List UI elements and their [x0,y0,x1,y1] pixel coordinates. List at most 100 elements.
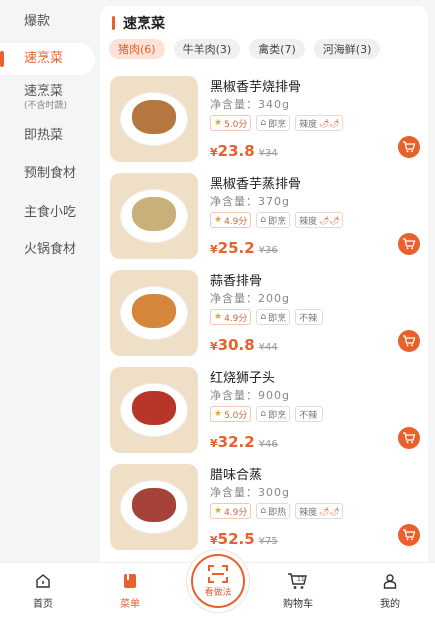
price-row: ¥30.8 ¥44 [210,336,278,354]
nav-home[interactable]: 首页 [13,571,73,610]
star-icon: ★ [214,215,223,225]
add-to-cart-button[interactable] [398,524,420,546]
nav-cart-label: 购物车 [283,599,313,610]
cart-icon [403,238,416,250]
sidebar-item-ready-heat[interactable]: 即热菜 [0,128,95,144]
price-row: ¥23.8 ¥34 [210,142,278,160]
pot-icon: ⌂ [260,312,267,322]
menu-book-icon [100,571,160,591]
cart-icon [403,141,416,153]
add-to-cart-button[interactable] [398,136,420,158]
sidebar-item-label: 速烹菜 [24,84,64,99]
nav-mine[interactable]: 我的 [360,571,420,610]
pot-icon: ⌂ [260,215,267,225]
product-tags: ★ 4.9分 ⌂ 即烹 辣度 🌶🌶 [210,212,344,228]
star-icon: ★ [214,506,223,516]
spice-text: 辣度 [299,507,318,518]
sidebar-item-quick-cook-no-veg[interactable]: 速烹菜 (不含时蔬) [0,84,95,112]
nav-menu-label: 菜单 [120,599,140,610]
title-accent-bar [112,16,115,30]
food-graphic [132,488,176,522]
product-tags: ★ 4.9分 ⌂ 即热 辣度 🌶🌶 [210,503,344,519]
cart-count-badge: 11 [297,576,305,583]
product-card[interactable]: 蒜香排骨 净含量：200g ★ 4.9分 ⌂ 即烹 不辣 ¥30.8 ¥44 [110,270,422,362]
chili-icon: 🌶🌶 [319,215,340,225]
product-name: 红烧狮子头 [210,371,276,386]
product-image[interactable] [110,173,198,259]
sidebar-item-quick-cook[interactable]: 速烹菜 [0,43,95,75]
cart-icon [403,335,416,347]
original-price: ¥46 [258,439,278,450]
cook-method-tag: ⌂ 即热 [256,503,291,519]
rating-text: 5.0分 [224,410,248,421]
category-sidebar: 爆款 速烹菜 速烹菜 (不含时蔬) 即热菜 预制食材 主食小吃 火锅食材 [0,0,100,562]
spice-tag: 辣度 🌶🌶 [295,115,344,131]
rating-text: 4.9分 [224,216,248,227]
cook-method-tag: ⌂ 即烹 [256,212,291,228]
food-graphic [132,294,176,328]
cook-method-tag: ⌂ 即烹 [256,309,291,325]
user-icon [360,571,420,591]
sidebar-item-label: 火锅食材 [24,242,77,257]
chip-beef-lamb[interactable]: 牛羊肉(3) [173,39,241,59]
product-card[interactable]: 红烧狮子头 净含量：900g ★ 5.0分 ⌂ 即烹 不辣 ¥32.2 ¥46 [110,367,422,459]
sidebar-item-hot[interactable]: 爆款 [0,14,95,30]
product-image[interactable] [110,76,198,162]
sidebar-item-label: 即热菜 [24,128,64,143]
nav-mine-label: 我的 [380,599,400,610]
cart-icon [403,432,416,444]
currency-symbol: ¥ [210,437,218,450]
rating-text: 4.9分 [224,507,248,518]
cook-method-text: 即烹 [268,216,287,227]
currency-symbol: ¥ [210,243,218,256]
spice-tag: 辣度 🌶🌶 [295,212,344,228]
sidebar-item-sublabel: (不含时蔬) [24,101,68,111]
add-to-cart-button[interactable] [398,427,420,449]
rating-text: 5.0分 [224,119,248,130]
spice-tag: 辣度 🌶🌶 [295,503,344,519]
product-image[interactable] [110,270,198,356]
cook-method-text: 即烹 [268,410,287,421]
cart-icon [403,529,416,541]
product-weight: 净含量：200g [210,292,290,305]
scan-recipe-button[interactable]: 看做法 [187,550,249,612]
product-tags: ★ 5.0分 ⌂ 即烹 不辣 [210,406,324,422]
chip-poultry[interactable]: 禽类(7) [249,39,305,59]
add-to-cart-button[interactable] [398,233,420,255]
price-value: 32.2 [217,433,255,451]
product-weight: 净含量：370g [210,195,290,208]
subcategory-chips: 猪肉(6) 牛羊肉(3) 禽类(7) 河海鲜(3) [109,39,381,59]
price-value: 23.8 [217,142,255,160]
chip-pork[interactable]: 猪肉(6) [109,39,165,59]
chip-seafood[interactable]: 河海鲜(3) [313,39,381,59]
product-card[interactable]: 腊味合蒸 净含量：300g ★ 4.9分 ⌂ 即热 辣度 🌶🌶 ¥52.5 ¥7… [110,464,422,556]
nav-menu[interactable]: 菜单 [100,571,160,610]
spice-text: 辣度 [299,119,318,130]
product-card[interactable]: 黑椒香芋烧排骨 净含量：340g ★ 5.0分 ⌂ 即烹 辣度 🌶🌶 ¥23.8… [110,76,422,168]
add-to-cart-button[interactable] [398,330,420,352]
chili-icon: 🌶🌶 [319,118,340,128]
cook-method-text: 即热 [268,507,287,518]
product-weight: 净含量：300g [210,486,290,499]
product-card[interactable]: 黑椒香芋蒸排骨 净含量：370g ★ 4.9分 ⌂ 即烹 辣度 🌶🌶 ¥25.2… [110,173,422,265]
current-price: ¥32.2 [210,433,255,451]
original-price: ¥44 [258,342,278,353]
scan-label: 看做法 [204,587,232,598]
sidebar-item-hotpot[interactable]: 火锅食材 [0,242,95,258]
scan-circle: 看做法 [191,554,245,608]
nav-cart[interactable]: 11 购物车 [268,571,328,610]
spice-tag: 不辣 [295,406,324,422]
product-tags: ★ 4.9分 ⌂ 即烹 不辣 [210,309,324,325]
rating-tag: ★ 4.9分 [210,309,252,325]
spice-tag: 不辣 [295,309,324,325]
currency-symbol: ¥ [210,146,218,159]
product-image[interactable] [110,464,198,550]
section-title: 速烹菜 [112,13,165,33]
product-name: 黑椒香芋烧排骨 [210,80,302,95]
currency-symbol: ¥ [210,340,218,353]
sidebar-item-prepared[interactable]: 预制食材 [0,166,95,182]
sidebar-item-staples[interactable]: 主食小吃 [0,205,95,221]
product-tags: ★ 5.0分 ⌂ 即烹 辣度 🌶🌶 [210,115,344,131]
section-title-text: 速烹菜 [123,16,165,32]
product-image[interactable] [110,367,198,453]
